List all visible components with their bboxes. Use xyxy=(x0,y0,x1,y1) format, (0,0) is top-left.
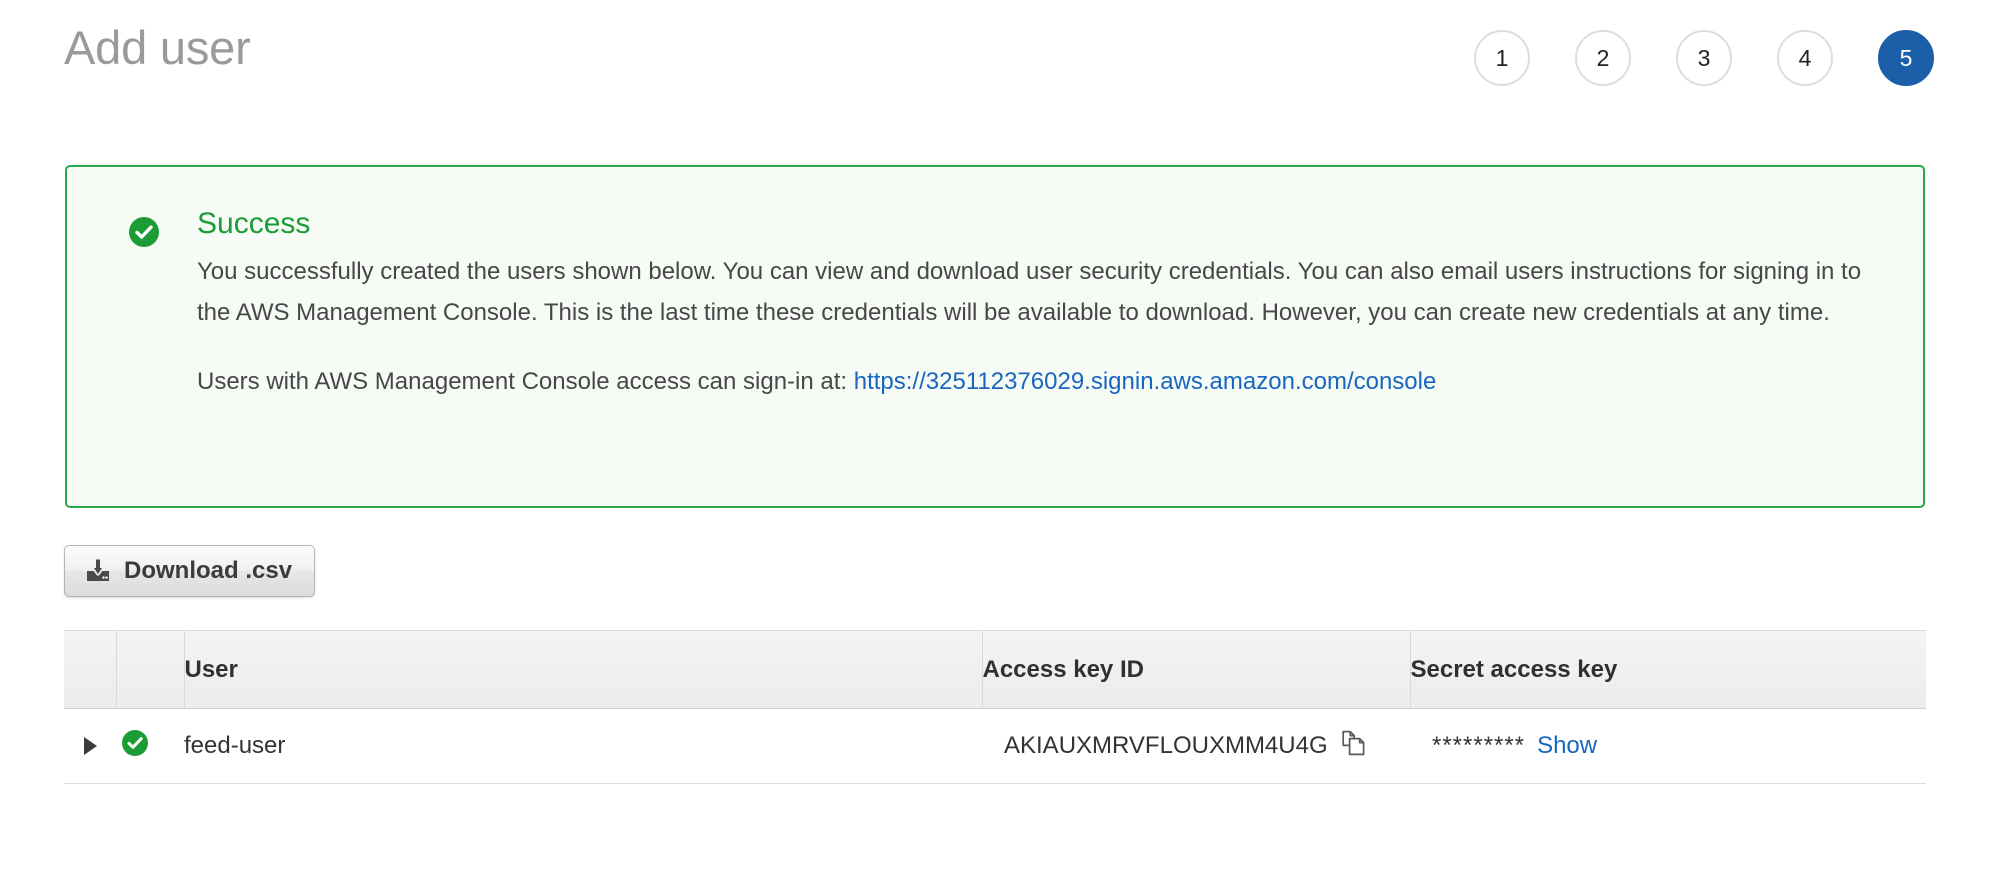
step-indicator-3[interactable]: 3 xyxy=(1676,30,1732,86)
credentials-table: User Access key ID Secret access key fee… xyxy=(64,630,1926,784)
signin-prefix-text: Users with AWS Management Console access… xyxy=(197,368,854,395)
step-indicator-2[interactable]: 2 xyxy=(1575,30,1631,86)
success-alert-body: Success You successfully created the use… xyxy=(197,204,1883,402)
signin-url-link[interactable]: https://325112376029.signin.aws.amazon.c… xyxy=(854,368,1437,395)
table-row: feed-user AKIAUXMRVFLOUXMM4U4G *********… xyxy=(64,708,1926,784)
success-alert-paragraph-2: Users with AWS Management Console access… xyxy=(197,361,1883,402)
download-icon xyxy=(85,559,111,583)
table-header-row: User Access key ID Secret access key xyxy=(64,630,1926,709)
page-header: Add user 1 2 3 4 5 xyxy=(0,0,1999,130)
check-circle-icon xyxy=(129,217,159,247)
step-indicator: 1 2 3 4 5 xyxy=(1474,30,1934,86)
triangle-right-icon[interactable] xyxy=(84,737,97,755)
step-indicator-5[interactable]: 5 xyxy=(1878,30,1934,86)
show-secret-key-link[interactable]: Show xyxy=(1537,732,1597,760)
check-circle-icon xyxy=(122,729,148,762)
row-status-cell xyxy=(116,708,184,784)
success-alert: Success You successfully created the use… xyxy=(65,165,1925,508)
secret-key-mask: ********* xyxy=(1432,732,1526,759)
step-indicator-1[interactable]: 1 xyxy=(1474,30,1530,86)
row-access-key-cell: AKIAUXMRVFLOUXMM4U4G xyxy=(982,708,1410,784)
page-title: Add user xyxy=(64,21,251,74)
table-header-status xyxy=(116,630,185,709)
table-header-expand xyxy=(64,630,117,709)
row-access-key-id: AKIAUXMRVFLOUXMM4U4G xyxy=(1004,732,1328,759)
success-alert-heading: Success xyxy=(197,207,311,240)
row-secret-key-cell: ********* Show xyxy=(1410,708,1926,784)
step-indicator-4[interactable]: 4 xyxy=(1777,30,1833,86)
copy-icon[interactable] xyxy=(1341,729,1368,764)
table-header-access-key-id: Access key ID xyxy=(982,630,1411,709)
row-expand-cell[interactable] xyxy=(64,708,116,784)
table-header-secret-access-key: Secret access key xyxy=(1410,630,1926,709)
success-alert-paragraph-1: You successfully created the users shown… xyxy=(197,258,1862,326)
download-csv-button[interactable]: Download .csv xyxy=(64,545,316,597)
row-user-name: feed-user xyxy=(184,708,982,784)
download-csv-label: Download .csv xyxy=(124,557,293,584)
table-header-user: User xyxy=(184,630,983,709)
